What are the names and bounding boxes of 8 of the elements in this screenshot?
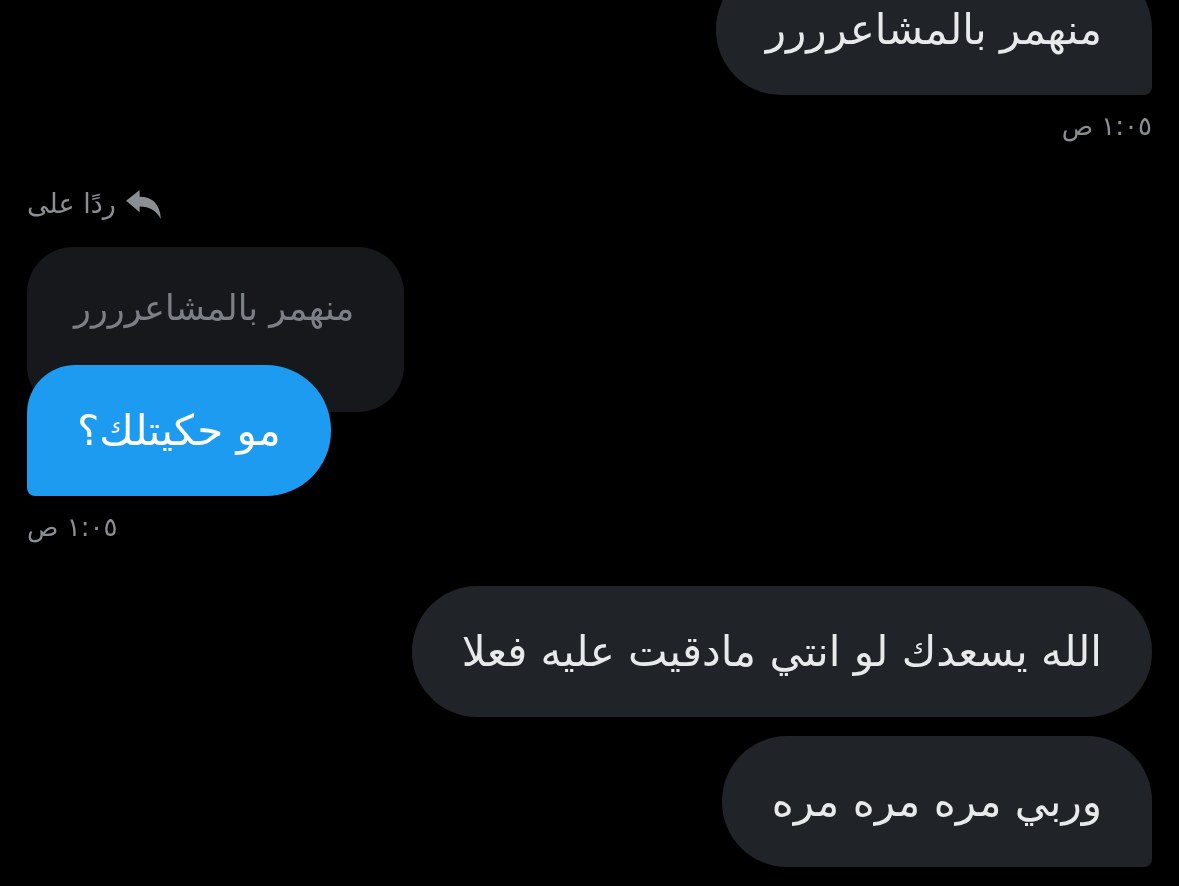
message-bubble: الله يسعدك لو انتي مادقيت عليه فعلا bbox=[411, 586, 1152, 717]
reply-arrow-icon bbox=[125, 189, 161, 219]
message-time: ١:٠٥ ص bbox=[27, 512, 118, 542]
message-bubble: مو حكيتلك؟ bbox=[27, 365, 331, 496]
reply-label: ردًا على bbox=[27, 189, 116, 219]
message-bubble: منهمر بالمشاعرررر bbox=[715, 0, 1152, 95]
message-time: ١:٠٥ ص bbox=[1061, 111, 1152, 141]
message-bubble: وربي مره مره مره bbox=[721, 736, 1152, 867]
